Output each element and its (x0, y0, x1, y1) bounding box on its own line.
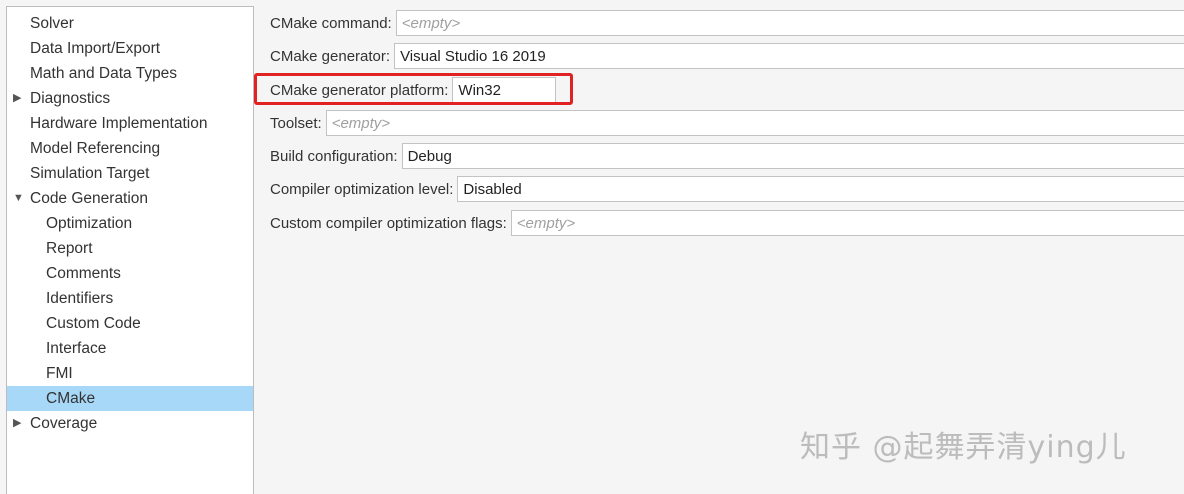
tree-item-diagnostics[interactable]: ▶ Diagnostics (7, 86, 253, 111)
tree-item-coverage[interactable]: ▶ Coverage (7, 411, 253, 436)
tree-item-label: Interface (46, 340, 107, 357)
tree-item-label: FMI (46, 365, 73, 382)
cmake-generator-label: CMake generator: (270, 47, 391, 65)
watermark-text: 知乎 @起舞弄清ying儿 (800, 430, 1127, 465)
tree-item-interface[interactable]: Interface (7, 336, 253, 361)
configuration-tree[interactable]: Solver Data Import/Export Math and Data … (6, 6, 254, 494)
build-configuration-row: Build configuration: (270, 143, 1184, 169)
compiler-optimization-level-input[interactable] (457, 176, 1184, 202)
tree-item-label: Comments (46, 265, 121, 282)
tree-item-label: Data Import/Export (30, 40, 161, 57)
tree-item-simulation-target[interactable]: Simulation Target (7, 161, 253, 186)
tree-item-data-import-export[interactable]: Data Import/Export (7, 36, 253, 61)
custom-compiler-optimization-flags-row: Custom compiler optimization flags: (270, 210, 1184, 236)
cmake-generator-input[interactable] (394, 43, 1184, 69)
tree-item-solver[interactable]: Solver (7, 11, 253, 36)
tree-item-cmake[interactable]: CMake (7, 386, 253, 411)
tree-item-label: CMake (46, 390, 96, 407)
tree-item-label: Hardware Implementation (30, 115, 208, 132)
tree-item-code-generation[interactable]: ▼ Code Generation (7, 186, 253, 211)
tree-item-label: Report (46, 240, 93, 257)
tree-item-model-referencing[interactable]: Model Referencing (7, 136, 253, 161)
tree-item-comments[interactable]: Comments (7, 261, 253, 286)
toolset-row: Toolset: (270, 110, 1184, 136)
cmake-command-row: CMake command: (270, 10, 1184, 36)
cmake-settings-window: Solver Data Import/Export Math and Data … (0, 0, 1184, 494)
tree-item-label: Custom Code (46, 315, 141, 332)
cmake-generator-row: CMake generator: (270, 43, 1184, 69)
cmake-command-label: CMake command: (270, 14, 392, 32)
tree-item-optimization[interactable]: Optimization (7, 211, 253, 236)
toolset-label: Toolset: (270, 114, 322, 132)
highlight-annotation-box (254, 73, 573, 105)
tree-item-label: Code Generation (30, 190, 149, 207)
expand-caret-icon[interactable]: ▶ (13, 86, 21, 111)
tree-item-identifiers[interactable]: Identifiers (7, 286, 253, 311)
tree-item-label: Identifiers (46, 290, 114, 307)
tree-item-label: Math and Data Types (30, 65, 178, 82)
tree-item-label: Model Referencing (30, 140, 161, 157)
compiler-optimization-level-row: Compiler optimization level: (270, 176, 1184, 202)
cmake-command-input[interactable] (395, 10, 1184, 36)
expand-caret-icon[interactable]: ▶ (13, 411, 21, 436)
tree-item-label: Coverage (30, 415, 98, 432)
collapse-caret-icon[interactable]: ▼ (13, 186, 24, 211)
build-configuration-label: Build configuration: (270, 147, 398, 165)
tree-item-report[interactable]: Report (7, 236, 253, 261)
custom-compiler-optimization-flags-label: Custom compiler optimization flags: (270, 214, 507, 232)
custom-compiler-optimization-flags-input[interactable] (510, 210, 1184, 236)
toolset-input[interactable] (325, 110, 1184, 136)
tree-item-fmi[interactable]: FMI (7, 361, 253, 386)
build-configuration-input[interactable] (401, 143, 1184, 169)
tree-item-label: Optimization (46, 215, 133, 232)
compiler-optimization-level-label: Compiler optimization level: (270, 180, 454, 198)
tree-item-label: Simulation Target (30, 165, 150, 182)
tree-item-custom-code[interactable]: Custom Code (7, 311, 253, 336)
tree-item-label: Diagnostics (30, 90, 111, 107)
tree-item-hardware-implementation[interactable]: Hardware Implementation (7, 111, 253, 136)
tree-item-math-and-data-types[interactable]: Math and Data Types (7, 61, 253, 86)
tree-item-label: Solver (30, 15, 74, 32)
